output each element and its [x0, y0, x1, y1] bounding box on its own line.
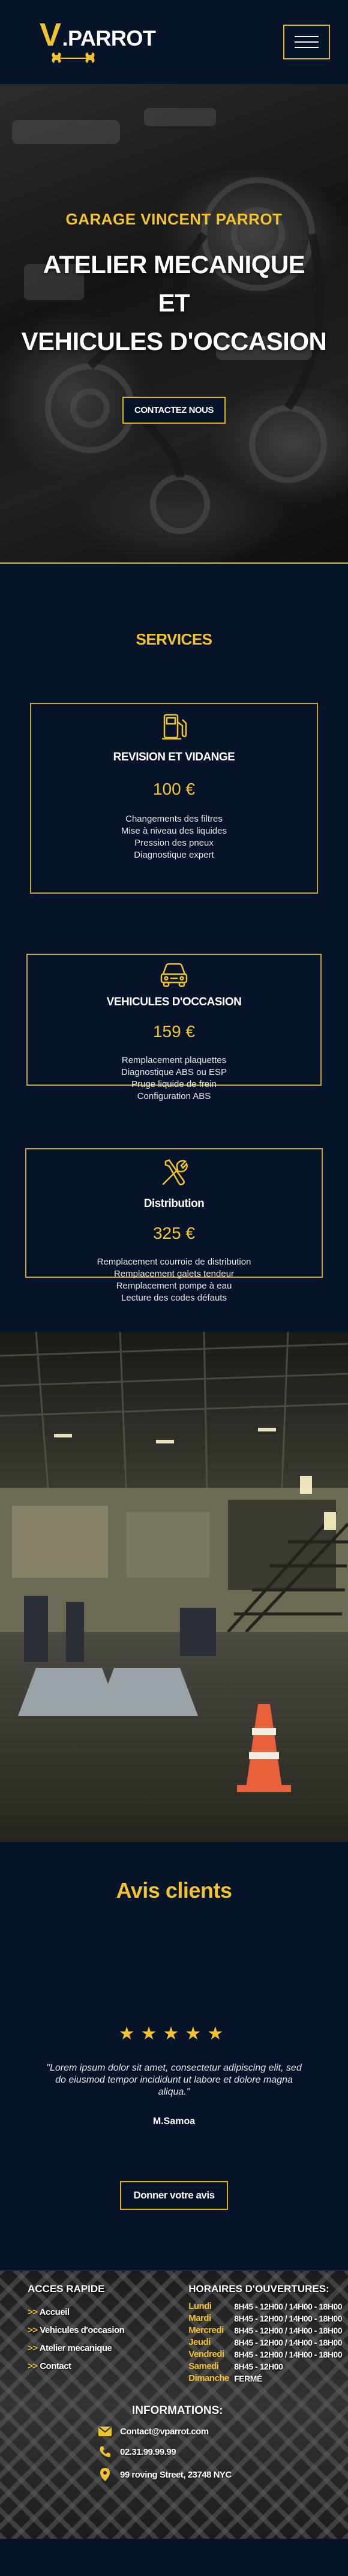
services-section: SERVICES REVISION ET VIDANGE 100 € Chang…: [0, 564, 348, 1332]
arrow-icon: >>: [28, 2361, 38, 2371]
service-card-revision: REVISION ET VIDANGE 100 € Changements de…: [30, 703, 318, 894]
services-title: SERVICES: [136, 630, 212, 648]
site-footer: ACCES RAPIDE >> Accueil >> Vehicules d'o…: [0, 2270, 348, 2539]
service-detail-line: Configuration ABS: [137, 1091, 211, 1101]
email-icon: [90, 2426, 120, 2437]
footer-link-accueil[interactable]: >> Accueil: [28, 2304, 124, 2322]
reviews-title: Avis clients: [116, 1878, 232, 1903]
arrow-icon: >>: [28, 2343, 38, 2353]
contact-us-button[interactable]: CONTACTEZ NOUS: [122, 397, 226, 424]
service-title: VEHICULES D'OCCASION: [106, 996, 242, 1008]
hero-subtitle: GARAGE VINCENT PARROT: [65, 210, 283, 228]
opening-hours-title: HORAIRES D'OUVERTURES:: [188, 2283, 329, 2295]
service-detail-line: Diagnostique expert: [134, 850, 214, 860]
hours-day: Mercredi: [188, 2325, 224, 2335]
hours-day: Lundi: [188, 2301, 212, 2311]
hours-time: 8H45 - 12H00 / 14H00 - 18H00: [234, 2350, 342, 2359]
contact-info: INFORMATIONS: Contact@vparrot.com 02.31.…: [0, 2404, 348, 2482]
hours-day: Samedi: [188, 2361, 219, 2371]
hero-title-line: ET: [158, 289, 190, 317]
quick-links: >> Accueil >> Vehicules d'occasion >> At…: [28, 2304, 125, 2376]
service-price: 159 €: [152, 1022, 196, 1041]
service-details: Changements des filtres Mise à niveau de…: [31, 813, 317, 861]
quick-access-column: ACCES RAPIDE >> Accueil >> Vehicules d'o…: [28, 2283, 125, 2384]
service-detail-line: Pruge liquide de frein: [131, 1079, 217, 1089]
footer-link-contact[interactable]: >> Contact: [28, 2358, 124, 2376]
service-details: Remplacement courroie de distribution Re…: [26, 1256, 322, 1304]
logo-v: V: [40, 17, 61, 53]
service-price: 325 €: [152, 1224, 196, 1242]
email-row[interactable]: Contact@vparrot.com: [90, 2426, 348, 2437]
hours-time: 8H45 - 12H00: [234, 2362, 283, 2371]
info-title: INFORMATIONS:: [132, 2404, 223, 2417]
service-title: REVISION ET VIDANGE: [113, 751, 235, 763]
opening-hours-column: HORAIRES D'OUVERTURES: Lundi 8H45 - 12H00…: [188, 2283, 342, 2384]
reviews-section: Avis clients ★★★★★ "Lorem ipsum dolor si…: [0, 1842, 348, 2270]
footer-link-atelier[interactable]: >> Atelier mecanique: [28, 2340, 124, 2358]
logo[interactable]: V .PARROT: [40, 17, 156, 64]
address-row[interactable]: 99 roving Street, 23748 NYC: [90, 2467, 348, 2482]
footer-link-vehicules[interactable]: >> Vehicules d'occasion: [28, 2322, 125, 2340]
phone-row[interactable]: 02.31.99.99.99: [90, 2445, 348, 2458]
hours-time: 8H45 - 12H00 / 14H00 - 18H00: [234, 2314, 342, 2323]
service-price: 100 €: [152, 780, 196, 798]
service-details: Remplacement plaquettes Diagnostique ABS…: [28, 1055, 320, 1103]
service-detail-line: Remplacement courroie de distribution: [97, 1257, 251, 1267]
service-detail-line: Mise à niveau des liquides: [121, 826, 227, 836]
hero-title-line: ATELIER MECANIQUE: [43, 250, 305, 278]
logo-name: .PARROT: [62, 26, 156, 50]
review-text: "Lorem ipsum dolor sit amet, consectetur…: [46, 2063, 302, 2097]
wrench-icon: [52, 52, 95, 63]
service-card-distribution: Distribution 325 € Remplacement courroie…: [25, 1148, 323, 1303]
service-detail-line: Pression des pneux: [134, 838, 214, 848]
service-title: Distribution: [143, 1197, 205, 1210]
quick-access-title: ACCES RAPIDE: [28, 2283, 105, 2295]
hours-time: FERMÉ: [234, 2374, 262, 2383]
email-text: Contact@vparrot.com: [120, 2426, 209, 2437]
service-card-occasion: VEHICULES D'OCCASION 159 € Remplacement …: [26, 954, 322, 1101]
footer-link-label: Atelier mecanique: [39, 2343, 112, 2353]
hours-day: Dimanche: [188, 2373, 229, 2383]
garage-photo: [0, 1332, 348, 1842]
give-review-button[interactable]: Donner votre avis: [120, 2181, 228, 2210]
location-pin-icon: [90, 2467, 120, 2482]
review-author: M.Samoa: [152, 2116, 196, 2126]
garage-interior-image: [0, 1332, 348, 1842]
arrow-icon: >>: [28, 2325, 38, 2335]
hours-day: Vendredi: [188, 2349, 224, 2359]
menu-bar-icon: [295, 47, 319, 48]
footer-link-label: Vehicules d'occasion: [40, 2325, 125, 2335]
menu-bar-icon: [295, 36, 319, 37]
opening-hours-list: Lundi 8H45 - 12H00 / 14H00 - 18H00 Mardi 8…: [188, 2301, 342, 2384]
address-text: 99 roving Street, 23748 NYC: [120, 2469, 232, 2480]
footer-link-label: Accueil: [39, 2307, 70, 2317]
phone-text: 02.31.99.99.99: [120, 2446, 176, 2457]
hours-day: Mardi: [188, 2313, 211, 2323]
rating-stars-icon: ★★★★★: [118, 2024, 230, 2044]
hours-time: 8H45 - 12H00 / 14H00 - 18H00: [234, 2326, 342, 2335]
service-detail-line: Lecture des codes défauts: [121, 1293, 227, 1303]
hero-title-line: VEHICULES D'OCCASION: [21, 327, 327, 355]
phone-icon: [90, 2445, 120, 2458]
site-header: V .PARROT: [0, 0, 348, 84]
tools-icon: [162, 1159, 188, 1185]
fuel-pump-icon: [162, 714, 187, 740]
service-detail-line: Remplacement plaquettes: [121, 1055, 227, 1065]
hours-time: 8H45 - 12H00 / 14H00 - 18H00: [234, 2338, 342, 2347]
footer-link-label: Contact: [40, 2361, 71, 2371]
service-detail-line: Remplacement galets tendeur: [113, 1269, 235, 1279]
menu-toggle-button[interactable]: [283, 25, 330, 59]
service-detail-line: Diagnostique ABS ou ESP: [121, 1067, 227, 1077]
menu-bar-icon: [295, 41, 319, 43]
hero-title: ATELIER MECANIQUE ET VEHICULES D'OCCASIO…: [0, 245, 348, 361]
arrow-icon: >>: [28, 2307, 38, 2317]
service-detail-line: Changements des filtres: [125, 814, 223, 824]
car-icon: [160, 963, 188, 987]
service-detail-line: Remplacement pompe à eau: [116, 1281, 232, 1291]
hero-section: GARAGE VINCENT PARROT ATELIER MECANIQUE …: [0, 84, 348, 564]
hours-time: 8H45 - 12H00 / 14H00 - 18H00: [234, 2302, 342, 2311]
hours-day: Jeudi: [188, 2337, 211, 2347]
